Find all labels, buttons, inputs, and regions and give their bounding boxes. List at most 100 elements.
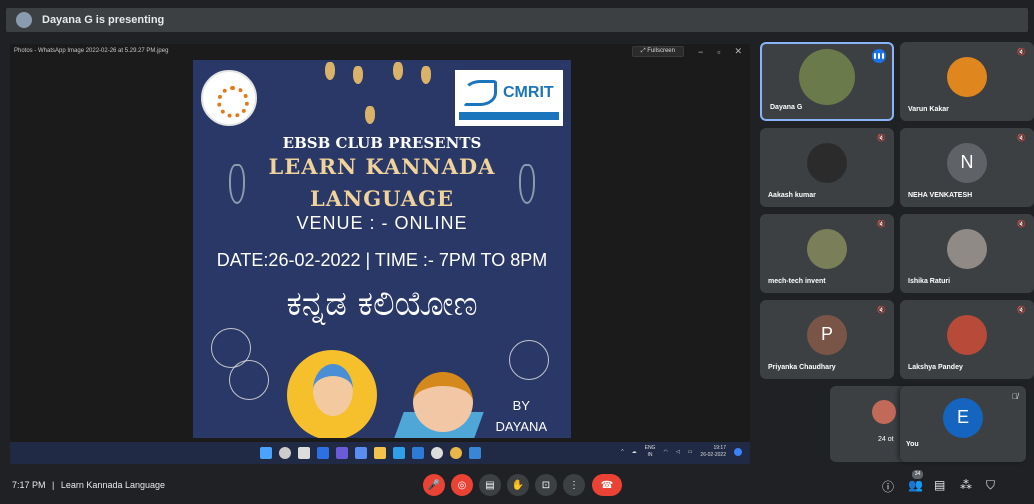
camera-icon[interactable] xyxy=(431,447,443,459)
captions-icon: ▤ xyxy=(485,479,495,491)
photos-icon[interactable] xyxy=(469,447,481,459)
presenting-banner: Dayana G is presenting xyxy=(6,8,1028,32)
mic-off-icon: 🔇 xyxy=(1017,135,1026,142)
hand-icon: ✋ xyxy=(511,479,525,491)
more-vert-icon: ⋮ xyxy=(569,479,579,491)
meeting-info: 7:17 PM | Learn Kannada Language xyxy=(12,480,165,490)
kid-laptop-illustration xyxy=(413,372,473,432)
participant-tile[interactable]: 🔇 Aakash kumar xyxy=(760,128,894,207)
flower-decoration xyxy=(509,340,549,380)
cmrit-logo: CMRIT xyxy=(455,70,563,126)
presenter-avatar xyxy=(16,12,32,28)
battery-icon[interactable]: ▭ xyxy=(688,449,693,455)
leave-call-button[interactable]: ☎ xyxy=(592,474,622,496)
lamp-icon xyxy=(421,66,431,84)
minimize-icon[interactable]: − xyxy=(698,47,703,57)
restore-icon[interactable]: ▫ xyxy=(717,47,720,57)
poster-date-time: DATE:26-02-2022 | TIME :- 7PM TO 8PM xyxy=(216,250,548,270)
fullscreen-label: Fullscreen xyxy=(647,48,675,54)
host-controls-icon[interactable]: ⛉ xyxy=(986,478,995,493)
shared-window-title: Photos - WhatsApp Image 2022-02-26 at 5.… xyxy=(14,48,169,54)
participant-tile[interactable]: 🔇 Varun Kakar xyxy=(900,42,1034,121)
language-indicator[interactable]: ENG IN xyxy=(645,445,656,459)
mic-off-icon: 🎤 xyxy=(427,479,441,491)
camera-toggle-button[interactable]: ◎ xyxy=(451,474,473,496)
raise-hand-button[interactable]: ✋ xyxy=(507,474,529,496)
mic-toggle-button[interactable]: 🎤 xyxy=(423,474,445,496)
meeting-controls-bar: 7:17 PM | Learn Kannada Language 🎤 ◎ ▤ ✋… xyxy=(0,466,1034,504)
self-tile[interactable]: 🎙̸ E You xyxy=(900,386,1026,462)
poster-image: CMRIT EBSB CLUB PRESENTS LEARN KANNADA L… xyxy=(193,60,571,438)
clock-time: 19:17 xyxy=(713,445,726,451)
participant-tile[interactable]: 🔇 Ishika Raturi xyxy=(900,214,1034,293)
participant-tile[interactable]: 🔇 N NEHA VENKATESH xyxy=(900,128,1034,207)
file-explorer-icon[interactable] xyxy=(374,447,386,459)
windows-taskbar: ^ ☁ ENG IN ◠ ◁ ▭ 19:17 26-02-2022 xyxy=(10,442,750,464)
info-icon[interactable]: ⓘ xyxy=(882,478,894,495)
taskbar-clock[interactable]: 19:17 26-02-2022 xyxy=(700,445,726,459)
participant-avatar-photo xyxy=(807,142,847,183)
close-icon[interactable]: ✕ xyxy=(734,46,742,57)
poster-line-3: LANGUAGE xyxy=(309,186,455,211)
participant-name: Dayana G xyxy=(770,104,803,111)
chrome-icon[interactable] xyxy=(450,447,462,459)
lamp-icon xyxy=(325,62,335,80)
participant-name: Lakshya Pandey xyxy=(908,364,963,371)
mic-off-icon: 🎙̸ xyxy=(1012,392,1018,401)
participant-name: Aakash kumar xyxy=(768,192,816,199)
poster-line-2: LEARN KANNADA xyxy=(268,154,496,179)
mic-off-icon: 🔇 xyxy=(877,307,886,314)
chat-icon[interactable]: ▤ xyxy=(934,478,945,492)
search-icon[interactable] xyxy=(279,447,291,459)
people-icon[interactable]: 👥 xyxy=(908,478,923,492)
settings-icon[interactable] xyxy=(355,447,367,459)
others-avatar xyxy=(872,400,896,424)
volume-icon[interactable]: ◁ xyxy=(676,449,680,455)
participant-tile[interactable]: 🔇 mech-tech invent xyxy=(760,214,894,293)
poster-by: BY xyxy=(512,398,530,413)
poster-author: DAYANA xyxy=(495,419,547,434)
presenting-text: Dayana G is presenting xyxy=(42,14,165,26)
cmrit-logo-text: CMRIT xyxy=(503,84,554,101)
task-view-icon[interactable] xyxy=(298,447,310,459)
widgets-icon[interactable] xyxy=(317,447,329,459)
poster-kannada-title: ಕನ್ನಡ ಕಲಿಯೋಣ xyxy=(286,284,478,324)
poster-byline: BY DAYANA xyxy=(495,398,547,434)
tray-chevron-icon[interactable]: ^ xyxy=(621,449,623,455)
participant-tile[interactable]: Dayana G xyxy=(760,42,894,121)
participant-avatar-photo xyxy=(799,49,855,105)
lamp-icon xyxy=(353,66,363,84)
others-count: 24 ot xyxy=(878,436,894,443)
fullscreen-button[interactable]: ⤢ Fullscreen xyxy=(631,46,684,57)
captions-button[interactable]: ▤ xyxy=(479,474,501,496)
edge-icon[interactable] xyxy=(393,447,405,459)
activities-icon[interactable]: ⁂ xyxy=(960,478,972,492)
window-controls: ⤢ Fullscreen − ▫ ✕ xyxy=(631,46,742,57)
self-name: You xyxy=(906,441,919,448)
participant-tile[interactable]: 🔇 Lakshya Pandey xyxy=(900,300,1034,379)
participant-avatar-photo xyxy=(947,314,987,355)
presenting-bar: Dayana G is presenting xyxy=(0,0,1034,38)
mail-icon[interactable] xyxy=(412,447,424,459)
mic-off-icon: 🔇 xyxy=(1017,49,1026,56)
ebsb-logo xyxy=(201,70,257,126)
more-options-button[interactable]: ⋮ xyxy=(563,474,585,496)
mic-off-icon: 🔇 xyxy=(877,221,886,228)
mic-off-icon: 🔇 xyxy=(1017,221,1026,228)
clock-date: 26-02-2022 xyxy=(700,452,726,458)
cmrit-swan-icon xyxy=(463,80,497,106)
participant-name: mech-tech invent xyxy=(768,278,826,285)
notification-icon[interactable] xyxy=(734,448,742,456)
chat-icon[interactable] xyxy=(336,447,348,459)
participant-tile[interactable]: 🔇 P Priyanka Chaudhary xyxy=(760,300,894,379)
flower-decoration xyxy=(229,360,269,400)
wifi-icon[interactable]: ◠ xyxy=(663,449,667,455)
participant-name: NEHA VENKATESH xyxy=(908,192,973,199)
self-avatar: E xyxy=(943,397,983,438)
camera-off-icon: ◎ xyxy=(457,479,467,491)
region-label: IN xyxy=(647,452,653,458)
lamp-icon xyxy=(393,62,403,80)
present-button[interactable]: ⊡ xyxy=(535,474,557,496)
start-icon[interactable] xyxy=(260,447,272,459)
participant-count-badge: 34 xyxy=(912,470,923,479)
